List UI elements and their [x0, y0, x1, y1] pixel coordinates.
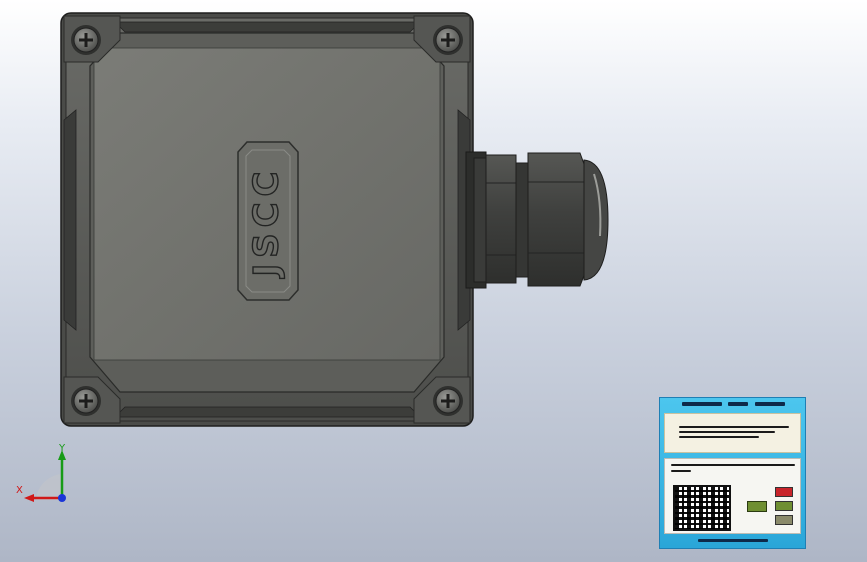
orientation-triad: X Y — [14, 440, 76, 510]
z-axis-dot — [58, 494, 66, 502]
y-axis-label: Y — [59, 443, 66, 454]
top-groove — [114, 21, 421, 33]
info-card-body — [664, 458, 801, 534]
gland-nut — [527, 152, 589, 287]
bottom-groove — [114, 406, 421, 418]
cable-gland[interactable] — [465, 151, 609, 289]
info-card-title-graphic — [660, 400, 807, 408]
screw-icon — [433, 386, 463, 416]
product-info-card — [659, 397, 806, 549]
status-badge-red — [775, 487, 793, 497]
status-badge-green — [775, 501, 793, 511]
screw-icon — [71, 25, 101, 55]
qr-code-icon — [673, 485, 731, 531]
left-groove — [63, 109, 77, 331]
3d-viewport[interactable]: JSCC X Y — [0, 0, 867, 562]
screw-icon — [71, 386, 101, 416]
arrow-icon — [747, 501, 767, 512]
enclosure-logo: JSCC — [247, 165, 287, 278]
info-card-description — [664, 413, 801, 453]
x-axis-arrow — [24, 494, 34, 502]
info-card-footer — [660, 536, 807, 543]
status-badge-gray — [775, 515, 793, 525]
screw-icon — [433, 25, 463, 55]
x-axis-label: X — [16, 485, 23, 496]
